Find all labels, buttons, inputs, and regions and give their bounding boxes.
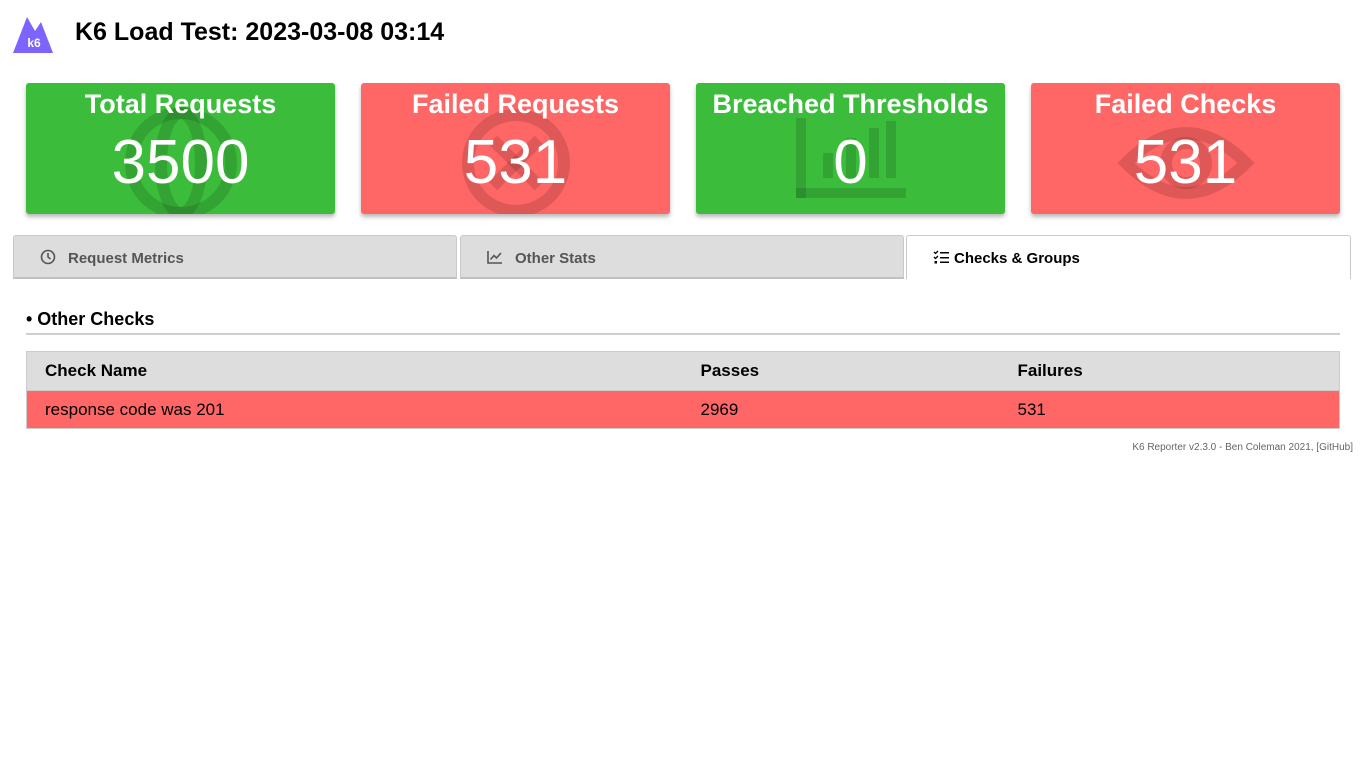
tab-request-metrics[interactable]: Request Metrics: [13, 235, 457, 279]
chart-line-icon: [487, 251, 502, 264]
column-header-passes: Passes: [682, 351, 1000, 391]
stat-value: 0: [833, 128, 868, 197]
page-title: K6 Load Test: 2023-03-08 03:14: [75, 18, 445, 46]
stat-title: Breached Thresholds: [712, 89, 989, 119]
stat-total-requests: Total Requests 3500: [26, 83, 335, 214]
tab-label: Other Stats: [515, 250, 596, 267]
clock-icon: [40, 249, 56, 265]
stat-title: Total Requests: [84, 89, 277, 119]
tab-label: Checks & Groups: [954, 250, 1080, 267]
stat-failed-requests: Failed Requests 531: [361, 83, 670, 214]
table-header-row: Check Name Passes Failures: [26, 351, 1340, 391]
tasks-icon: [933, 250, 949, 264]
section-divider: [26, 333, 1340, 335]
column-header-failures: Failures: [999, 351, 1340, 391]
tab-label: Request Metrics: [68, 250, 184, 267]
stat-breached-thresholds: Breached Thresholds 0: [696, 83, 1005, 214]
k6-logo: k6: [13, 17, 53, 53]
logo-text: k6: [27, 36, 41, 50]
footer-credits: K6 Reporter v2.3.0 - Ben Coleman 2021, […: [1132, 442, 1353, 453]
section-title: • Other Checks: [26, 309, 155, 329]
stat-failed-checks: Failed Checks 531: [1031, 83, 1340, 214]
table-row: response code was 201 2969 531: [26, 390, 1340, 429]
checks-table: Check Name Passes Failures response code…: [26, 351, 1340, 429]
stat-title: Failed Requests: [411, 89, 620, 119]
stat-value: 3500: [111, 128, 250, 197]
stat-value: 531: [1133, 128, 1238, 197]
header: k6 K6 Load Test: 2023-03-08 03:14: [0, 0, 1366, 66]
stat-title: Failed Checks: [1094, 89, 1277, 119]
stat-value: 531: [463, 128, 568, 197]
tab-checks-and-groups[interactable]: Checks & Groups: [906, 235, 1351, 279]
column-header-check-name: Check Name: [26, 351, 683, 391]
cell-failures: 531: [999, 390, 1340, 429]
cell-check-name: response code was 201: [26, 390, 683, 429]
cell-passes: 2969: [682, 390, 1000, 429]
tab-other-stats[interactable]: Other Stats: [460, 235, 904, 279]
